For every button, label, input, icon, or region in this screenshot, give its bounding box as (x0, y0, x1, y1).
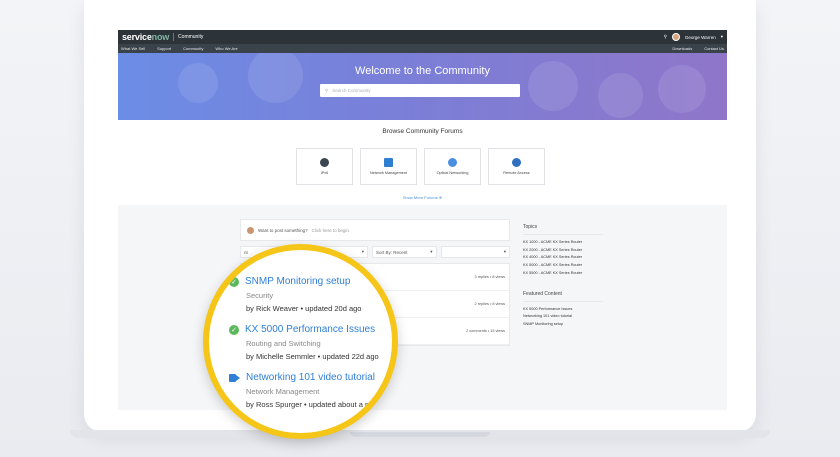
nav-item-what-we-sell[interactable]: What We Sell (121, 46, 145, 51)
filter-value: nt (244, 249, 248, 255)
topic-link[interactable]: KX 2000 - ACME KX Series Router (523, 247, 603, 255)
optical-icon (448, 158, 457, 167)
post-stats: 2 replies • 8 views (474, 302, 505, 306)
topic-link[interactable]: KX 4000 - ACME KX Series Router (523, 254, 603, 262)
browse-forums-section: Browse Community Forums IPv6 Network Man… (118, 120, 727, 205)
chevron-down-icon: ▾ (430, 249, 433, 254)
post-category: Network Management (246, 387, 320, 396)
topic-link[interactable]: KX 5000 - ACME KX Series Router (523, 262, 603, 270)
sort-value: Sort By: Recent (376, 249, 408, 255)
topic-link[interactable]: KX 1000 - ACME KX Series Router (523, 239, 603, 247)
check-icon: ✓ (229, 276, 239, 287)
post-title-link[interactable]: SNMP Monitoring setup (245, 276, 350, 287)
nav-item-downloads[interactable]: Downloads (672, 46, 692, 51)
sidebar: Topics KX 1000 - ACME KX Series Router K… (523, 224, 603, 329)
forum-label: Network Management (369, 171, 408, 175)
post-meta: by Rick Weaver • updated 20d ago (246, 304, 362, 313)
ipv6-icon (320, 158, 329, 167)
hero-banner: Welcome to the Community ⚲ Search Commun… (118, 53, 727, 120)
view-select[interactable]: ▾ (440, 246, 510, 258)
featured-title: Featured Content (523, 291, 603, 302)
remote-icon (512, 158, 521, 167)
video-icon (229, 373, 240, 382)
hero-photo-shape (598, 73, 643, 118)
post-category: Security (246, 291, 274, 300)
forum-tile-ipv6[interactable]: IPv6 (296, 148, 353, 185)
featured-link[interactable]: KX 5000 Performance Issues (523, 306, 603, 314)
avatar[interactable] (671, 33, 680, 41)
post-category: Routing and Switching (246, 339, 321, 348)
chevron-down-icon[interactable]: ▾ (721, 34, 723, 40)
forum-tiles: IPv6 Network Management Optical Networki… (296, 148, 545, 185)
topics-title: Topics (523, 224, 603, 235)
servicenow-logo[interactable]: servicenow (122, 32, 169, 42)
hero-title: Welcome to the Community (355, 65, 490, 77)
logo-service-text: service (122, 32, 152, 42)
search-icon[interactable]: ⚲ (664, 34, 667, 40)
chevron-down-icon: ▾ (503, 249, 506, 254)
laptop-notch (350, 432, 490, 437)
search-input[interactable]: ⚲ Search Community (320, 84, 520, 97)
post-prompt-bold: Want to post something? (258, 227, 308, 233)
nav-item-support[interactable]: Support (157, 46, 171, 51)
topic-link[interactable]: KX 5500 - ACME KX Series Router (523, 270, 603, 278)
featured-link[interactable]: SNMP Monitoring setup (523, 321, 603, 329)
avatar (247, 226, 254, 234)
hero-photo-shape (248, 53, 303, 103)
magnifier-callout: ✓ SNMP Monitoring setup Security by Rick … (203, 244, 398, 439)
logo-now-text: now (151, 32, 170, 42)
show-more-forums-link[interactable]: Show More Forums ⊕ (118, 195, 727, 200)
post-stats: 2 comments • 15 views (466, 329, 505, 333)
search-placeholder: Search Community (332, 88, 371, 93)
nav-item-contact-us[interactable]: Contact Us (704, 46, 724, 51)
featured-link[interactable]: Networking 101 video tutorial (523, 313, 603, 321)
chevron-down-icon: ▾ (361, 249, 365, 254)
post-meta: by Michelle Semmler • updated 22d ago (246, 352, 379, 361)
top-bar: servicenow Community ⚲ George Warren ▾ (118, 30, 727, 44)
network-icon (384, 158, 393, 167)
check-icon: ✓ (229, 324, 239, 335)
post-stats: 3 replies • 8 views (474, 275, 505, 279)
forum-label: Remote Access (503, 171, 530, 175)
forum-tile-remote-access[interactable]: Remote Access (488, 148, 545, 185)
forum-tile-optical-networking[interactable]: Optical Networking (424, 148, 481, 185)
user-name[interactable]: George Warren (685, 35, 716, 40)
nav-item-community[interactable]: Community (183, 46, 203, 51)
post-title-link[interactable]: KX 5000 Performance Issues (245, 324, 375, 335)
forum-label: IPv6 (320, 171, 329, 175)
forum-label: Optical Networking (436, 171, 469, 175)
logo-divider (173, 33, 175, 41)
top-right-tools: ⚲ George Warren ▾ (664, 33, 723, 41)
magnified-post[interactable]: ✓ SNMP Monitoring setup Security by Rick … (229, 276, 361, 313)
nav-bar: What We Sell Support Community Who We Ar… (118, 44, 727, 53)
magnified-post[interactable]: Networking 101 video tutorial Network Ma… (229, 372, 375, 409)
post-prompt[interactable]: Want to post something? Click here to be… (240, 219, 510, 241)
browse-title: Browse Community Forums (382, 128, 463, 135)
sort-select[interactable]: Sort By: Recent ▾ (372, 246, 437, 258)
search-icon: ⚲ (325, 87, 329, 93)
portal-title: Community (178, 34, 204, 40)
post-meta: by Ross Spurger • updated about a m (246, 400, 372, 409)
post-prompt-text: Click here to begin. (311, 227, 351, 233)
magnified-post[interactable]: ✓ KX 5000 Performance Issues Routing and … (229, 324, 379, 361)
post-title-link[interactable]: Networking 101 video tutorial (246, 372, 375, 383)
nav-item-who-we-are[interactable]: Who We Are (215, 46, 237, 51)
forum-tile-network-management[interactable]: Network Management (360, 148, 417, 185)
